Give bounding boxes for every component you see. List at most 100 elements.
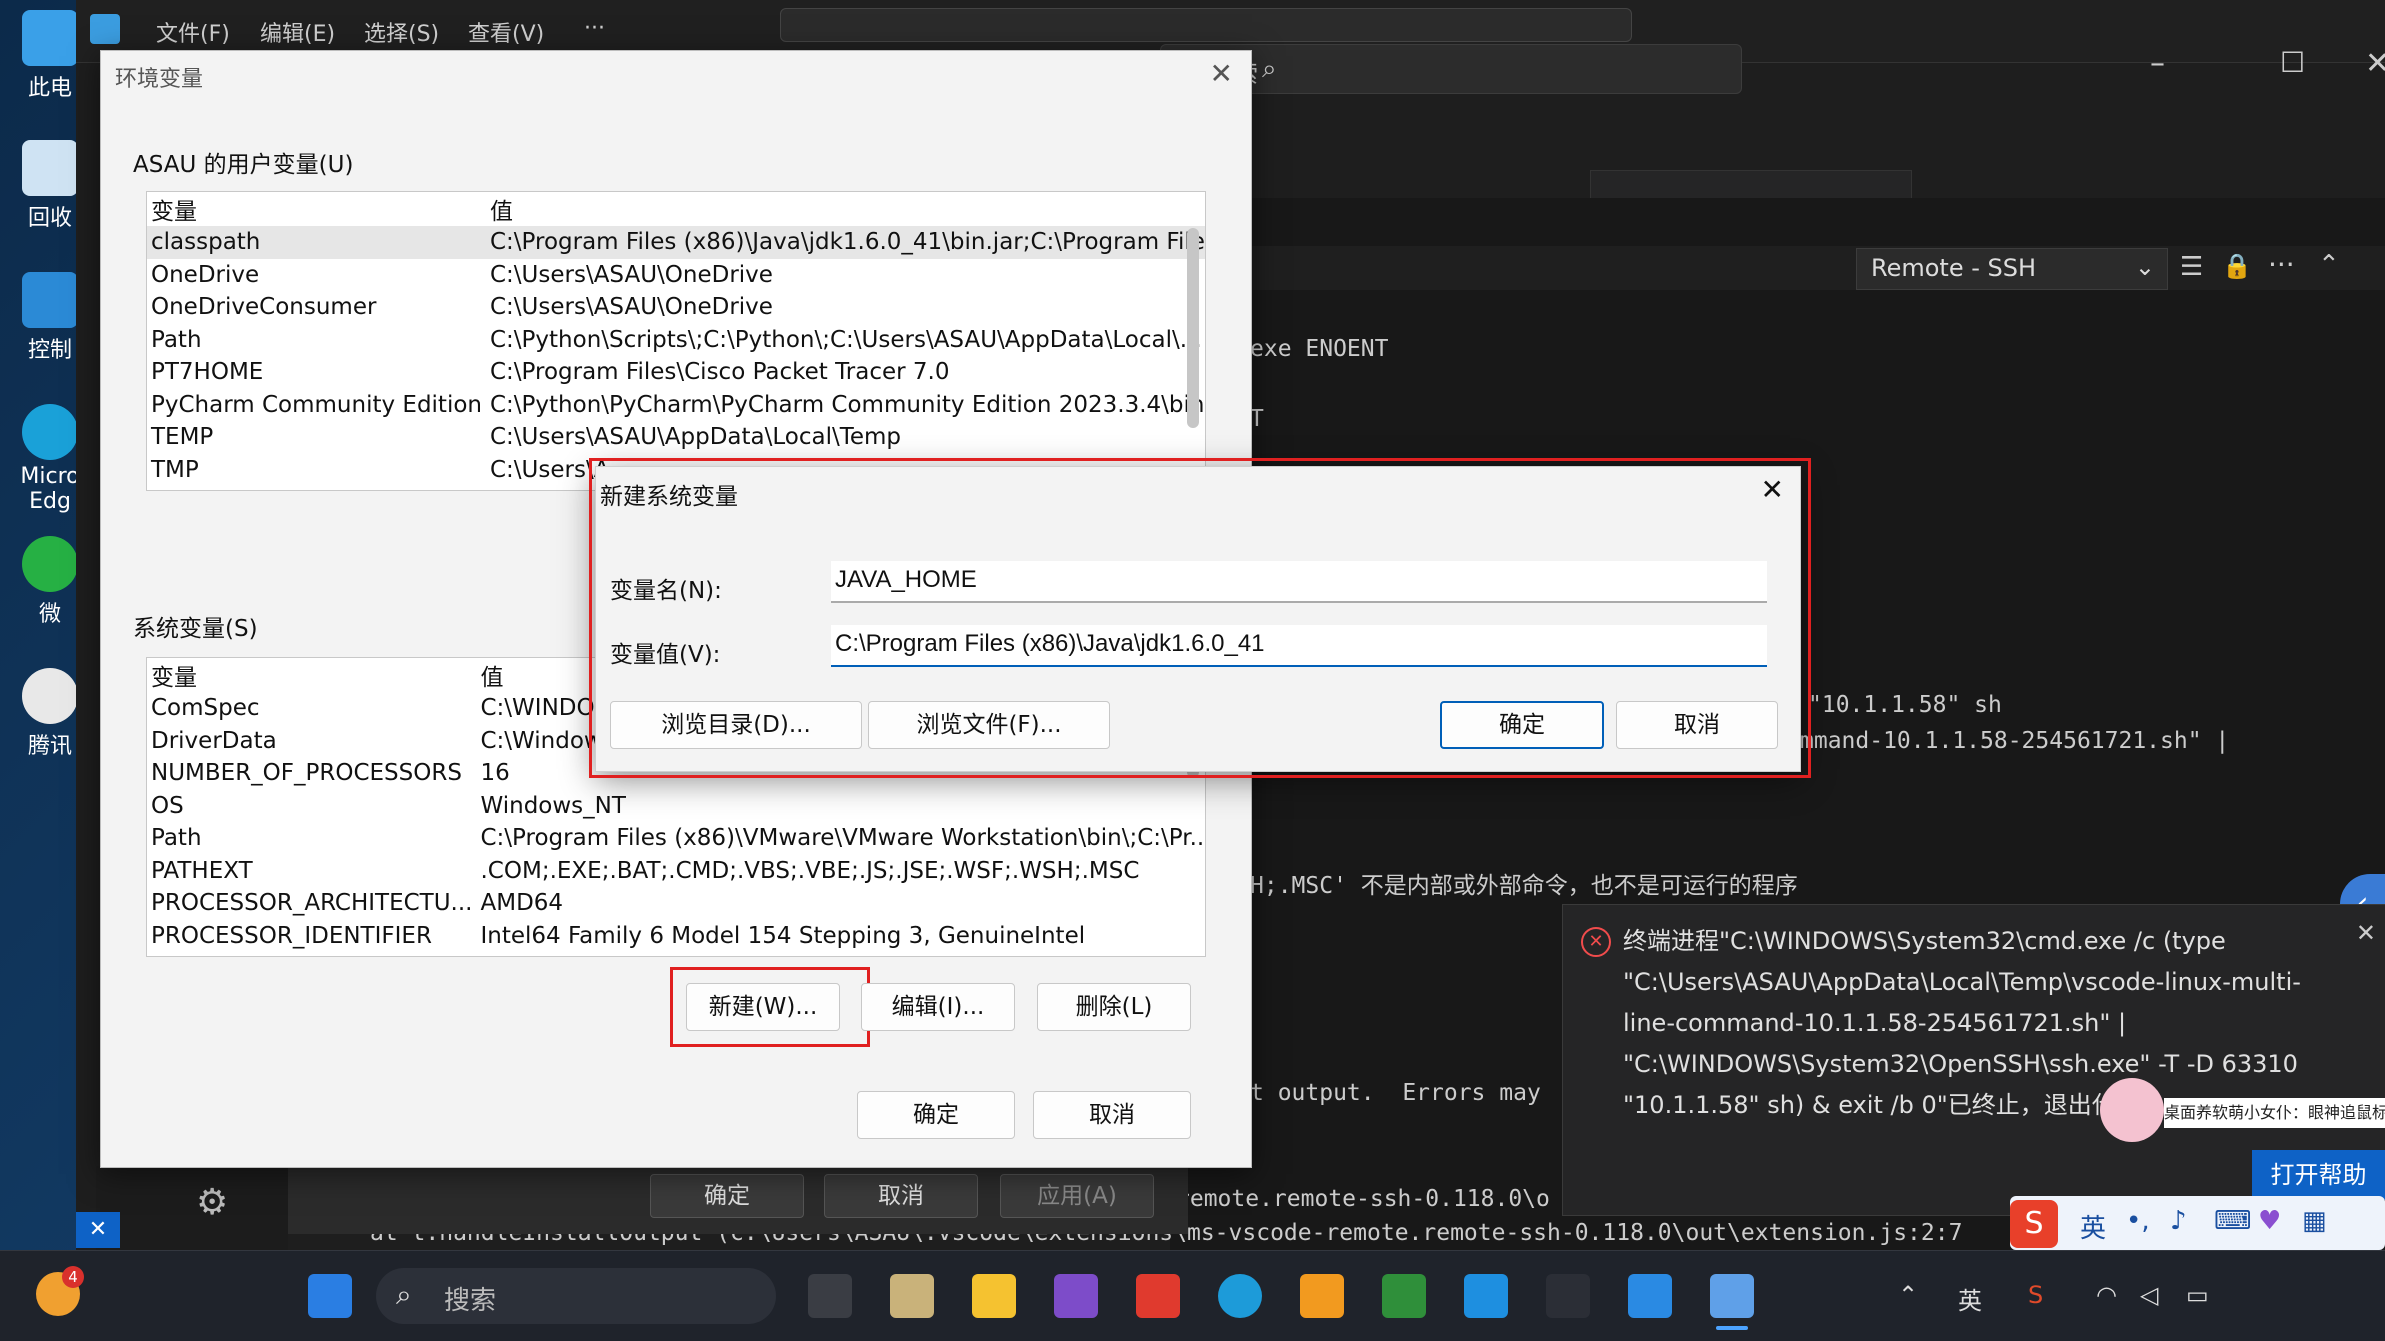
table-row[interactable]: Path C:\Program Files (x86)\VMware\VMware… (147, 822, 1206, 855)
chevron-up-icon[interactable]: ⌃ (1898, 1281, 1918, 1309)
task-view-icon[interactable] (808, 1274, 852, 1318)
table-row[interactable]: PT7HOME C:\Program Files\Cisco Packet Tra… (147, 356, 1205, 389)
command-center[interactable] (780, 8, 1632, 42)
var-name: PATHEXT (151, 857, 253, 884)
var-name: PyCharm Community Edition (151, 391, 482, 418)
table-row[interactable]: PyCharm Community Edition C:\Python\PyCha… (147, 389, 1206, 422)
ime-lang[interactable]: 英 (2080, 1208, 2106, 1245)
table-row[interactable]: OneDrive C:\Users\ASAU\OneDrive (147, 259, 1205, 292)
menu-view[interactable]: 查看(V) (468, 16, 544, 48)
chevron-down-icon: ⌄ (2134, 253, 2155, 281)
var-value: C:\Users\ASAU\AppData\Local\Temp (489, 424, 902, 451)
system-properties-icon[interactable] (1710, 1274, 1754, 1318)
terminal-line: remote.remote-ssh-0.118.0\o (1176, 1186, 1550, 1212)
control-panel-icon (22, 272, 78, 328)
var-value: C:\Users\ASAU\OneDrive (489, 294, 773, 321)
vscode-activitybar-bottom: ⚙ ✕ (76, 1166, 288, 1250)
wifi-icon[interactable]: ◠ (2096, 1281, 2117, 1309)
sogou-logo-icon[interactable]: S (2010, 1200, 2058, 1248)
search-icon: ⌕ (396, 1278, 412, 1311)
table-row[interactable]: Path C:\Python\Scripts\;C:\Python\;C:\Use… (147, 324, 1205, 357)
more-actions-icon[interactable]: ··· (2268, 248, 2295, 281)
taskbar-search[interactable] (376, 1268, 776, 1324)
var-name: PROCESSOR_IDENTIFIER (151, 922, 432, 949)
user-vars-label: ASAU 的用户变量(U) (133, 152, 354, 178)
edit-var-button[interactable]: 编辑(I)... (861, 983, 1015, 1031)
terminal-output-dropdown[interactable]: Remote - SSH ⌄ (1856, 248, 2168, 290)
window-close-icon[interactable]: ✕ (2365, 46, 2385, 81)
menu-select[interactable]: 选择(S) (364, 16, 439, 48)
table-row[interactable]: PROCESSOR_ARCHITECTU... AMD64 (147, 887, 1205, 920)
menu-edit[interactable]: 编辑(E) (260, 16, 335, 48)
close-icon[interactable]: ✕ (2356, 919, 2376, 947)
open-help-button[interactable]: 打开帮助 (2252, 1150, 2385, 1200)
back-cancel-button[interactable]: 取消 (824, 1174, 978, 1218)
ime-toolbar: S 英 •, ♪ ⌨ ♥ ▦ (2010, 1196, 2385, 1250)
file-explorer-icon[interactable] (972, 1274, 1016, 1318)
search-icon: ⌕ (1262, 54, 1277, 84)
back-apply-button[interactable]: 应用(A) (1000, 1174, 1154, 1218)
pycharm-icon[interactable] (1382, 1274, 1426, 1318)
var-value: C:\Program Files (x86)\Java\jdk1.6.0_41\… (489, 229, 1206, 256)
table-row[interactable]: PROCESSOR_IDENTIFIER Intel64 Family 6 Mod… (147, 920, 1205, 953)
system-vars-label: 系统变量(S) (133, 616, 258, 642)
settings-gear-icon[interactable]: ⚙ (196, 1182, 228, 1223)
table-row[interactable]: classpath C:\Program Files (x86)\Java\jdk… (147, 226, 1206, 259)
lock-icon[interactable]: 🔒 (2222, 252, 2252, 280)
start-icon[interactable] (308, 1274, 352, 1318)
col-header: 变量 (151, 199, 197, 225)
user-vars-scrollbar[interactable] (1187, 228, 1199, 428)
list-filter-icon[interactable]: ☰ (2180, 252, 2203, 282)
var-name: Path (151, 825, 202, 852)
terminal-line: "10.1.1.58" sh (1808, 692, 2002, 718)
keyboard-icon[interactable]: ⌨ (2214, 1206, 2252, 1236)
app-icon[interactable] (1300, 1274, 1344, 1318)
var-value: C:\Users\ASAU\OneDrive (489, 261, 773, 288)
highlight-box (589, 458, 1811, 778)
wps-icon[interactable] (1136, 1274, 1180, 1318)
battery-icon[interactable]: ▭ (2186, 1281, 2209, 1309)
toolbox-icon[interactable]: ▦ (2302, 1206, 2327, 1236)
menu-more[interactable]: ··· (584, 16, 605, 41)
env-cancel-button[interactable]: 取消 (1033, 1091, 1191, 1139)
vscode-logo-icon (90, 14, 120, 44)
computer-icon (22, 10, 78, 66)
delete-var-button[interactable]: 删除(L) (1037, 983, 1191, 1031)
var-value: C:\Program Files (x86)\VMware\VMware Wor… (480, 825, 1206, 852)
var-value: C:\Python\PyCharm\PyCharm Community Edit… (489, 391, 1206, 418)
table-row[interactable]: OS Windows_NT (147, 790, 1205, 823)
vscode-taskbar-icon[interactable] (1628, 1274, 1672, 1318)
remote-indicator-icon[interactable]: ✕ (76, 1212, 120, 1248)
var-name: TEMP (151, 424, 214, 451)
var-name: DriverData (151, 727, 277, 754)
back-ok-button[interactable]: 确定 (650, 1174, 804, 1218)
sogou-icon[interactable]: S (2028, 1281, 2043, 1309)
env-ok-button[interactable]: 确定 (857, 1091, 1015, 1139)
punctuation-icon[interactable]: •, (2126, 1206, 2150, 1236)
mascot-avatar[interactable] (2100, 1078, 2164, 1142)
app-icon[interactable] (1464, 1274, 1508, 1318)
table-row[interactable]: TEMP C:\Users\ASAU\AppData\Local\Temp (147, 421, 1205, 454)
col-header: 变量 (151, 665, 197, 691)
visual-studio-icon[interactable] (1054, 1274, 1098, 1318)
close-icon[interactable]: ✕ (1210, 57, 1233, 90)
var-value: Intel64 Family 6 Model 154 Stepping 3, G… (480, 922, 1086, 949)
var-name: PROCESSOR_ARCHITECTU... (151, 890, 473, 917)
table-row[interactable]: OneDriveConsumer C:\Users\ASAU\OneDrive (147, 291, 1205, 324)
chevron-up-icon[interactable]: ⌃ (2318, 250, 2340, 280)
window-maximize-icon[interactable]: ☐ (2280, 46, 2305, 79)
menu-file[interactable]: 文件(F) (156, 16, 230, 48)
table-row[interactable]: PATHEXT .COM;.EXE;.BAT;.CMD;.VBS;.VBE;.JS… (147, 855, 1205, 888)
edge-icon (22, 404, 78, 460)
tray-lang[interactable]: 英 (1958, 1281, 1982, 1316)
terminal-icon[interactable] (1546, 1274, 1590, 1318)
microphone-icon[interactable]: ♪ (2170, 1206, 2187, 1236)
notification-badge: 4 (62, 1266, 84, 1288)
notepad-icon[interactable] (890, 1274, 934, 1318)
volume-icon[interactable]: ◁ (2140, 1281, 2158, 1309)
window-minimize-icon[interactable]: – (2150, 46, 2165, 81)
dialog-title: 环境变量 (115, 67, 204, 92)
skin-icon[interactable]: ♥ (2258, 1206, 2281, 1236)
var-name: OS (151, 792, 184, 819)
edge-icon[interactable] (1218, 1274, 1262, 1318)
